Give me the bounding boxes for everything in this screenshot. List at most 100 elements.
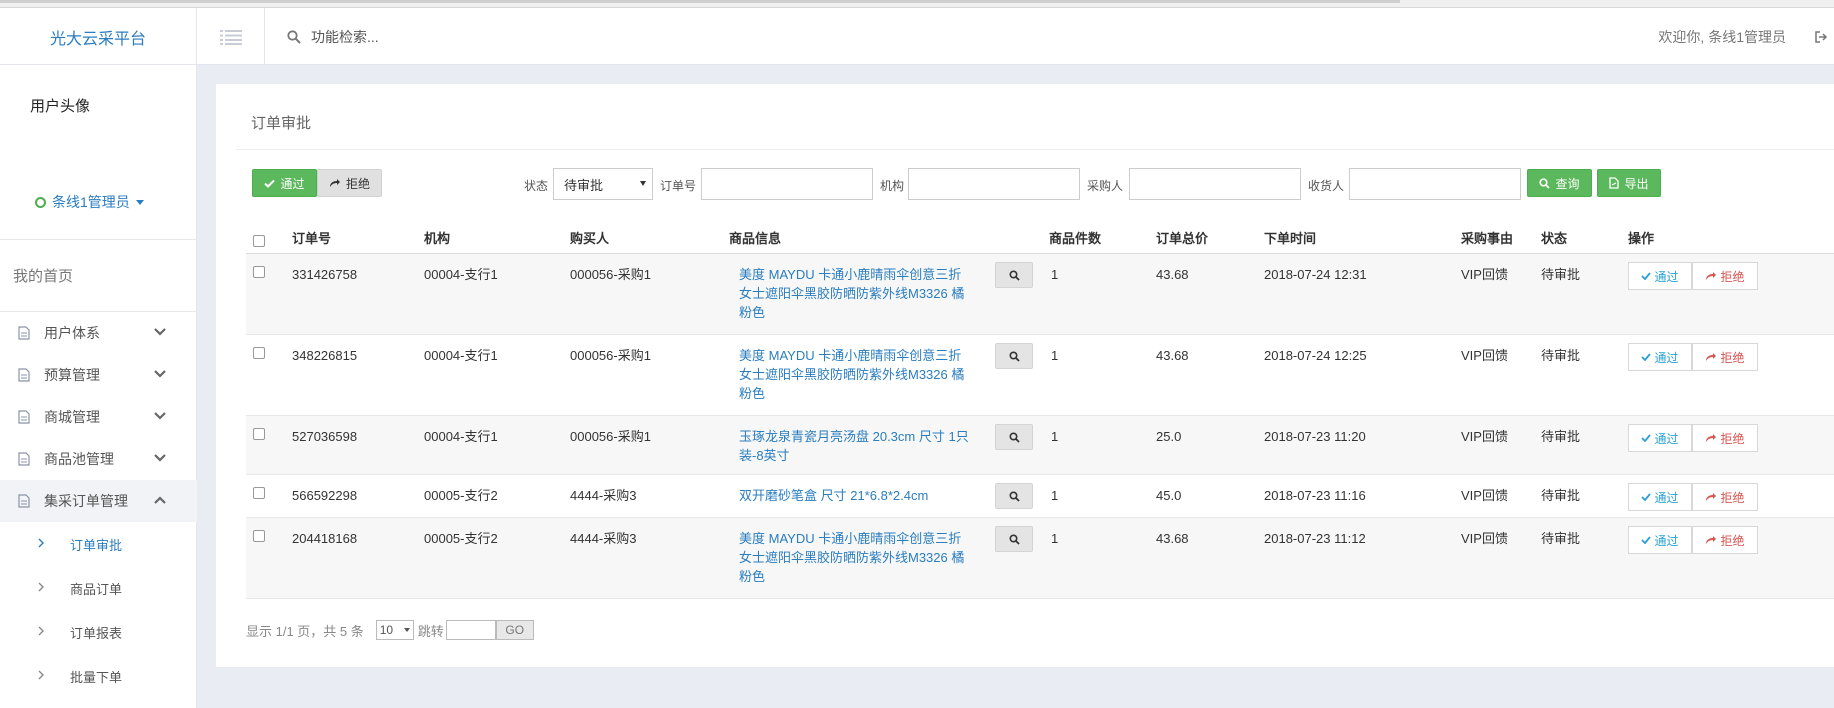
sidebar-item-user-system[interactable]: 用户体系 xyxy=(0,312,197,354)
file-icon xyxy=(18,368,30,382)
user-menu-dropdown[interactable]: 条线1管理员 xyxy=(35,192,144,212)
row-approve-label: 通过 xyxy=(1654,533,1679,548)
check-icon xyxy=(1641,536,1652,544)
row-reject-label: 拒绝 xyxy=(1720,350,1745,365)
column-header[interactable]: 订单总价 xyxy=(1156,228,1208,247)
view-product-button[interactable] xyxy=(995,343,1033,369)
receiver-input[interactable] xyxy=(1349,168,1521,200)
reject-button[interactable]: 拒绝 xyxy=(317,169,382,197)
column-header[interactable]: 状态 xyxy=(1541,228,1567,247)
product-link[interactable]: 美度 MAYDU 卡通小鹿晴雨伞创意三折女士遮阳伞黑胶防晒防紫外线M3326 橘… xyxy=(739,265,969,322)
sidebar-subitem-bulk-order[interactable]: 批量下单 xyxy=(0,654,197,698)
brand-title[interactable]: 光大云采平台 xyxy=(0,8,197,65)
row-approve-button[interactable]: 通过 xyxy=(1628,483,1692,511)
buyer-input[interactable] xyxy=(1129,168,1301,200)
reason-cell: VIP回馈 xyxy=(1461,348,1508,363)
sidebar-subitem-order-report[interactable]: 订单报表 xyxy=(0,610,197,654)
view-product-button[interactable] xyxy=(995,483,1033,509)
row-reject-button[interactable]: 拒绝 xyxy=(1692,424,1758,452)
reason-cell: VIP回馈 xyxy=(1461,267,1508,282)
sidebar: 用户头像 条线1管理员 我的首页 用户体系 预算管理 商城管理 商品池管理 集采… xyxy=(0,65,197,708)
row-reject-button[interactable]: 拒绝 xyxy=(1692,262,1758,290)
go-button[interactable]: GO xyxy=(495,620,534,640)
sidebar-home-link[interactable]: 我的首页 xyxy=(13,265,73,286)
row-approve-button[interactable]: 通过 xyxy=(1628,262,1692,290)
chevron-down-icon xyxy=(154,454,166,462)
row-reject-label: 拒绝 xyxy=(1720,431,1745,446)
row-checkbox[interactable] xyxy=(253,347,265,359)
order-no-input[interactable] xyxy=(701,168,873,200)
sidebar-item-label: 集采订单管理 xyxy=(44,493,128,509)
search-icon xyxy=(1008,533,1020,545)
row-approve-button[interactable]: 通过 xyxy=(1628,424,1692,452)
page-size-select[interactable]: 10 xyxy=(375,620,414,640)
row-checkbox[interactable] xyxy=(253,266,265,278)
view-product-button[interactable] xyxy=(995,526,1033,552)
view-product-button[interactable] xyxy=(995,424,1033,450)
sidebar-item-label: 预算管理 xyxy=(44,367,100,383)
row-reject-button[interactable]: 拒绝 xyxy=(1692,343,1758,371)
view-product-button[interactable] xyxy=(995,262,1033,288)
sidebar-item-mall[interactable]: 商城管理 xyxy=(0,396,197,438)
query-button[interactable]: 查询 xyxy=(1527,169,1592,197)
sidebar-item-product-pool[interactable]: 商品池管理 xyxy=(0,438,197,480)
sidebar-item-group-order[interactable]: 集采订单管理 xyxy=(0,480,197,522)
product-link[interactable]: 双开磨砂笔盒 尺寸 21*6.8*2.4cm xyxy=(739,486,969,505)
product-link[interactable]: 美度 MAYDU 卡通小鹿晴雨伞创意三折女士遮阳伞黑胶防晒防紫外线M3326 橘… xyxy=(739,529,969,586)
logout-button[interactable] xyxy=(1815,8,1828,65)
sidebar-subitem-product-orders[interactable]: 商品订单 xyxy=(0,566,197,610)
column-header[interactable]: 操作 xyxy=(1628,228,1654,247)
order-no-filter-label: 订单号 xyxy=(660,179,697,193)
status-select[interactable]: 待审批 xyxy=(553,168,653,200)
row-reject-button[interactable]: 拒绝 xyxy=(1692,483,1758,511)
sidebar-item-label: 商品池管理 xyxy=(44,451,114,467)
caret-down-icon xyxy=(135,199,144,205)
sidebar-item-label: 用户体系 xyxy=(44,325,100,341)
total-cell: 43.68 xyxy=(1156,267,1189,282)
order-no-cell: 204418168 xyxy=(292,531,358,546)
menu-toggle-button[interactable] xyxy=(197,8,265,65)
column-header[interactable]: 订单号 xyxy=(292,228,331,247)
function-search-input[interactable] xyxy=(311,28,611,45)
sidebar-subitem-order-approval[interactable]: 订单审批 xyxy=(0,522,197,566)
time-cell: 2018-07-24 12:25 xyxy=(1264,348,1367,363)
column-header[interactable]: 购买人 xyxy=(570,228,609,247)
row-checkbox[interactable] xyxy=(253,530,265,542)
row-reject-button[interactable]: 拒绝 xyxy=(1692,526,1758,554)
sidebar-item-budget[interactable]: 预算管理 xyxy=(0,354,197,396)
chevron-right-icon xyxy=(38,538,44,548)
check-icon xyxy=(264,179,276,188)
row-approve-button[interactable]: 通过 xyxy=(1628,526,1692,554)
product-link[interactable]: 玉琢龙泉青瓷月亮汤盘 20.3cm 尺寸 1只装-8英寸 xyxy=(739,427,969,465)
approve-button[interactable]: 通过 xyxy=(252,169,317,197)
order-no-cell: 527036598 xyxy=(292,429,358,444)
table-row: 348226815 00004-支行1 000056-采购1 美度 MAYDU … xyxy=(246,335,1834,416)
select-all-checkbox[interactable] xyxy=(253,235,265,247)
row-checkbox[interactable] xyxy=(253,487,265,499)
search-icon xyxy=(1008,350,1020,362)
status-cell: 待审批 xyxy=(1541,348,1581,363)
avatar[interactable]: 用户头像 xyxy=(30,95,90,116)
column-header[interactable]: 商品件数 xyxy=(1049,228,1101,247)
buyer-cell: 4444-采购3 xyxy=(570,488,637,503)
row-approve-button[interactable]: 通过 xyxy=(1628,343,1692,371)
column-header[interactable]: 机构 xyxy=(424,228,450,247)
column-header[interactable]: 下单时间 xyxy=(1264,228,1316,247)
product-link[interactable]: 美度 MAYDU 卡通小鹿晴雨伞创意三折女士遮阳伞黑胶防晒防紫外线M3326 橘… xyxy=(739,346,969,403)
org-input[interactable] xyxy=(908,168,1080,200)
chevron-down-icon xyxy=(154,370,166,378)
jump-page-input[interactable] xyxy=(445,620,496,640)
column-header[interactable]: 商品信息 xyxy=(729,228,781,247)
export-button[interactable]: 导出 xyxy=(1597,169,1661,197)
chevron-right-icon xyxy=(38,582,44,592)
reject-label: 拒绝 xyxy=(345,176,370,191)
sidebar-subitem-label: 批量下单 xyxy=(70,669,123,685)
order-no-cell: 331426758 xyxy=(292,267,358,282)
file-export-icon xyxy=(1609,177,1620,189)
total-cell: 45.0 xyxy=(1156,488,1182,503)
column-header[interactable]: 采购事由 xyxy=(1461,228,1513,247)
row-checkbox[interactable] xyxy=(253,428,265,440)
horizontal-scrollbar[interactable] xyxy=(0,0,1400,3)
org-cell: 00005-支行2 xyxy=(424,531,498,546)
qty-cell: 1 xyxy=(1051,348,1059,363)
